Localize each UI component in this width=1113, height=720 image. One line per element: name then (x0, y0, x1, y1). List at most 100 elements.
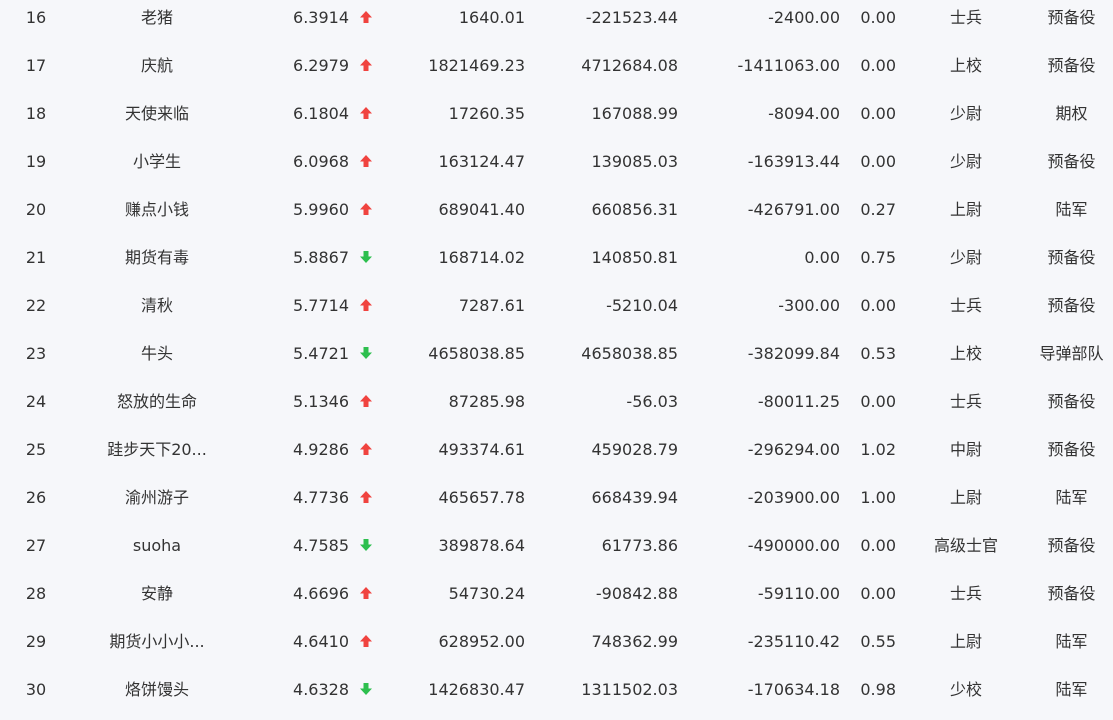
trend-cell (357, 336, 375, 384)
arrow-up-icon (359, 154, 373, 168)
drawdown-cell: -300.00 (778, 296, 840, 315)
profit-cell: 668439.94 (591, 488, 678, 507)
trend-cell (357, 144, 375, 192)
table-row[interactable]: 20 赚点小钱 5.9960 689041.40 660856.31 -426791.00… (0, 192, 1113, 240)
trader-name-cell: 赚点小钱 (124, 200, 189, 219)
score-cell: 4.6410 (293, 632, 349, 651)
table-row[interactable]: 23 牛头 5.4721 4658038.85 4658038.85 -382099.84… (0, 336, 1113, 384)
drawdown-cell: -59110.00 (757, 584, 840, 603)
trader-name-cell: 烙饼馒头 (124, 680, 189, 699)
score-cell: 6.0968 (293, 152, 349, 171)
ratio-cell: 0.00 (860, 296, 896, 315)
table-row[interactable]: 28 安静 4.6696 54730.24 -90842.88 -59110.00 0.00… (0, 576, 1113, 624)
ratio-cell: 0.00 (860, 392, 896, 411)
trend-cell (357, 384, 375, 432)
table-row[interactable]: 17 庆航 6.2979 1821469.23 4712684.08 -1411063.0… (0, 48, 1113, 96)
military-rank-cell: 士兵 (949, 392, 982, 411)
ratio-cell: 0.53 (860, 344, 896, 363)
equity-cell: 465657.78 (438, 488, 525, 507)
table-row[interactable]: 24 怒放的生命 5.1346 87285.98 -56.03 -80011.25 0.00… (0, 384, 1113, 432)
profit-cell: 660856.31 (591, 200, 678, 219)
score-cell: 5.9960 (293, 200, 349, 219)
score-cell: 6.3914 (293, 8, 349, 27)
military-rank-cell: 士兵 (949, 584, 982, 603)
equity-cell: 1821469.23 (428, 56, 525, 75)
table-row[interactable]: 27 suoha 4.7585 389878.64 61773.86 -490000.00… (0, 528, 1113, 576)
unit-cell: 陆军 (1055, 200, 1088, 219)
profit-cell: 4658038.85 (581, 344, 678, 363)
drawdown-cell: -8094.00 (768, 104, 840, 123)
score-cell: 5.8867 (293, 248, 349, 267)
score-cell: 5.1346 (293, 392, 349, 411)
rank-cell: 16 (25, 8, 47, 27)
table-row[interactable]: 19 小学生 6.0968 163124.47 139085.03 -163913.44 0… (0, 144, 1113, 192)
table-row[interactable]: 21 期货有毒 5.8867 168714.02 140850.81 0.00 0.75 少尉… (0, 240, 1113, 288)
trader-name-cell: 小学生 (132, 152, 181, 171)
score-cell: 6.2979 (293, 56, 349, 75)
trader-name-cell: 期货小小小... (109, 632, 205, 651)
profit-cell: 748362.99 (591, 632, 678, 651)
military-rank-cell: 少尉 (949, 104, 982, 123)
unit-cell: 预备役 (1047, 248, 1096, 267)
rank-cell: 25 (25, 440, 47, 459)
table-row[interactable]: 26 渝州游子 4.7736 465657.78 668439.94 -203900.00… (0, 480, 1113, 528)
military-rank-cell: 中尉 (949, 440, 982, 459)
score-cell: 5.7714 (293, 296, 349, 315)
military-rank-cell: 少尉 (949, 152, 982, 171)
unit-cell: 导弹部队 (1039, 344, 1104, 363)
table-row[interactable]: 22 清秋 5.7714 7287.61 -5210.04 -300.00 0.00 士兵 预备… (0, 288, 1113, 336)
equity-cell: 389878.64 (438, 536, 525, 555)
trader-name-cell: 渝州游子 (124, 488, 189, 507)
equity-cell: 54730.24 (448, 584, 525, 603)
rank-cell: 21 (25, 248, 47, 267)
trader-name-cell: 期货有毒 (124, 248, 189, 267)
military-rank-cell: 高级士官 (933, 536, 998, 555)
profit-cell: -221523.44 (585, 8, 678, 27)
rank-cell: 30 (25, 680, 47, 699)
trader-name-cell: 清秋 (140, 296, 173, 315)
drawdown-cell: -163913.44 (747, 152, 840, 171)
arrow-up-icon (359, 298, 373, 312)
profit-cell: 459028.79 (591, 440, 678, 459)
ratio-cell: 0.75 (860, 248, 896, 267)
equity-cell: 689041.40 (438, 200, 525, 219)
rank-cell: 20 (25, 200, 47, 219)
ratio-cell: 0.00 (860, 536, 896, 555)
profit-cell: 1311502.03 (581, 680, 678, 699)
profit-cell: -90842.88 (595, 584, 678, 603)
military-rank-cell: 士兵 (949, 8, 982, 27)
trader-name-cell: 天使来临 (124, 104, 189, 123)
score-cell: 4.7736 (293, 488, 349, 507)
military-rank-cell: 上校 (949, 56, 982, 75)
ratio-cell: 0.00 (860, 104, 896, 123)
table-row[interactable]: 18 天使来临 6.1804 17260.35 167088.99 -8094.00 0.0… (0, 96, 1113, 144)
score-cell: 4.6328 (293, 680, 349, 699)
equity-cell: 87285.98 (448, 392, 525, 411)
military-rank-cell: 上尉 (949, 632, 982, 651)
rank-cell: 19 (25, 152, 47, 171)
military-rank-cell: 少尉 (949, 248, 982, 267)
score-cell: 4.7585 (293, 536, 349, 555)
score-cell: 4.6696 (293, 584, 349, 603)
score-cell: 6.1804 (293, 104, 349, 123)
table-row[interactable]: 16 老猪 6.3914 1640.01 -221523.44 -2400.00 0.00 士… (0, 0, 1113, 48)
arrow-up-icon (359, 394, 373, 408)
ranking-table: 16 老猪 6.3914 1640.01 -221523.44 -2400.00 0.00 士… (0, 0, 1113, 708)
trend-cell (357, 288, 375, 336)
unit-cell: 预备役 (1047, 584, 1096, 603)
table-row[interactable]: 25 跬步天下20... 4.9286 493374.61 459028.79 -2962… (0, 432, 1113, 480)
profit-cell: 139085.03 (591, 152, 678, 171)
arrow-up-icon (359, 634, 373, 648)
unit-cell: 陆军 (1055, 680, 1088, 699)
table-row[interactable]: 29 期货小小小... 4.6410 628952.00 748362.99 -23511… (0, 624, 1113, 672)
table-row[interactable]: 30 烙饼馒头 4.6328 1426830.47 1311502.03 -170634.… (0, 672, 1113, 720)
trend-cell (357, 96, 375, 144)
ratio-cell: 0.98 (860, 680, 896, 699)
unit-cell: 预备役 (1047, 8, 1096, 27)
drawdown-cell: -490000.00 (747, 536, 840, 555)
equity-cell: 493374.61 (438, 440, 525, 459)
unit-cell: 预备役 (1047, 536, 1096, 555)
profit-cell: -5210.04 (606, 296, 678, 315)
ratio-cell: 0.00 (860, 56, 896, 75)
unit-cell: 陆军 (1055, 488, 1088, 507)
